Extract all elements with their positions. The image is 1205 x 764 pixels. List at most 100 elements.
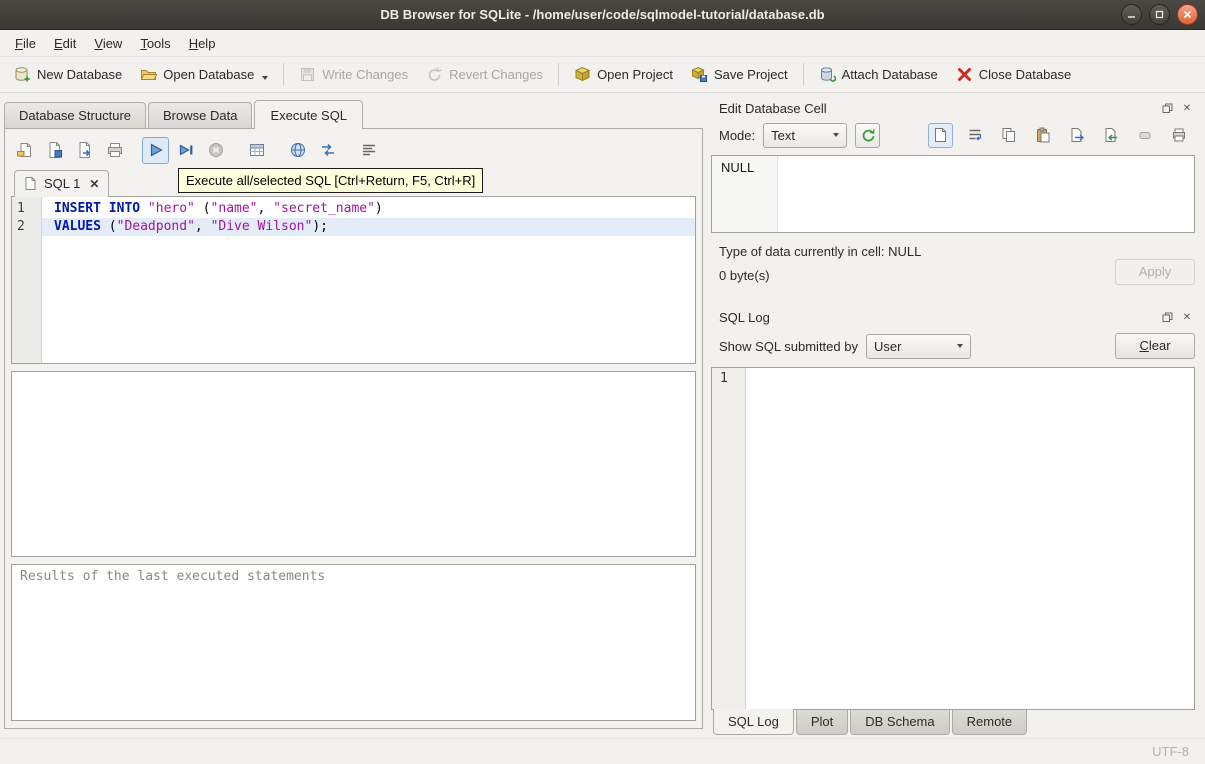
- clear-button[interactable]: Clear: [1115, 333, 1195, 359]
- save-project-icon: [691, 66, 708, 83]
- write-changes-icon: [299, 66, 316, 83]
- menu-edit[interactable]: Edit: [45, 32, 85, 55]
- close-panel-icon[interactable]: ✕: [1181, 312, 1193, 324]
- import-icon: [1103, 127, 1119, 143]
- tab-browse-data[interactable]: Browse Data: [148, 102, 252, 128]
- browse-button[interactable]: [284, 137, 311, 164]
- sql-editor[interactable]: 1 2 INSERT INTO "hero" ("name", "secret_…: [11, 196, 696, 364]
- export-data-button[interactable]: [1064, 123, 1089, 148]
- apply-button[interactable]: Apply: [1115, 259, 1195, 285]
- code-area: INSERT INTO "hero" ("name", "secret_name…: [42, 197, 695, 363]
- new-database-button[interactable]: New Database: [5, 60, 131, 89]
- dock-tab-bar: SQL Log Plot DB Schema Remote: [711, 710, 1195, 738]
- right-panel: Edit Database Cell ✕ Mode: Text: [706, 93, 1205, 738]
- export-results-button[interactable]: [243, 137, 270, 164]
- submitter-select[interactable]: User: [866, 334, 971, 359]
- execute-current-line-button[interactable]: [172, 137, 199, 164]
- execute-sql-button[interactable]: [142, 137, 169, 164]
- print-icon: [106, 141, 124, 159]
- print-sql-button[interactable]: [101, 137, 128, 164]
- export-icon: [1069, 127, 1085, 143]
- float-panel-icon[interactable]: [1161, 312, 1173, 324]
- write-changes-button[interactable]: Write Changes: [290, 60, 417, 89]
- word-wrap-button[interactable]: [962, 123, 987, 148]
- copy-button[interactable]: [996, 123, 1021, 148]
- open-database-button[interactable]: Open Database: [131, 60, 277, 89]
- chevron-down-icon: [833, 133, 839, 137]
- paste-icon: [1035, 127, 1051, 143]
- code-line-2-current: VALUES ("Deadpond", "Dive Wilson");: [42, 218, 695, 236]
- cell-info: Type of data currently in cell: NULL 0 b…: [719, 244, 1195, 300]
- maximize-button[interactable]: [1149, 4, 1170, 25]
- dock-tab-db-schema[interactable]: DB Schema: [850, 710, 949, 735]
- revert-changes-icon: [426, 66, 443, 83]
- cell-editor[interactable]: NULL: [711, 155, 1195, 233]
- set-null-button[interactable]: [1132, 123, 1157, 148]
- mode-select[interactable]: Text: [763, 123, 847, 148]
- menu-help[interactable]: Help: [180, 32, 225, 55]
- line-number: 1: [12, 200, 41, 218]
- mode-label: Mode:: [719, 128, 755, 143]
- cell-mode-row: Mode: Text: [711, 119, 1195, 151]
- toolbar-separator: [558, 63, 559, 86]
- attach-database-button[interactable]: Attach Database: [810, 60, 947, 89]
- find-replace-button[interactable]: [314, 137, 341, 164]
- cell-editor-area: [778, 156, 1194, 232]
- stop-execution-button[interactable]: [202, 137, 229, 164]
- app-window: DB Browser for SQLite - /home/user/code/…: [0, 0, 1205, 764]
- menu-file[interactable]: File: [6, 32, 45, 55]
- menu-view[interactable]: View: [85, 32, 131, 55]
- stop-icon: [207, 141, 225, 159]
- cell-size-info: 0 byte(s): [719, 268, 1115, 283]
- wrap-lines-icon: [967, 127, 983, 143]
- line-number: 2: [12, 218, 41, 236]
- dock-tab-plot[interactable]: Plot: [796, 710, 848, 735]
- print-icon: [1171, 127, 1187, 143]
- close-button[interactable]: [1177, 4, 1198, 25]
- format-sql-button[interactable]: [355, 137, 382, 164]
- dock-tab-sql-log[interactable]: SQL Log: [713, 709, 794, 735]
- sql-log-header: SQL Log ✕: [711, 302, 1195, 328]
- sql-file-icon: [24, 176, 37, 191]
- save-sql-file-as-button[interactable]: [71, 137, 98, 164]
- save-project-button[interactable]: Save Project: [682, 60, 797, 89]
- print-cell-button[interactable]: [1166, 123, 1191, 148]
- tab-database-structure[interactable]: Database Structure: [4, 102, 146, 128]
- minimize-button[interactable]: [1121, 4, 1142, 25]
- dock-tab-remote[interactable]: Remote: [952, 710, 1028, 735]
- filter-label: Show SQL submitted by: [719, 339, 858, 354]
- text-mode-button[interactable]: [928, 123, 953, 148]
- attach-database-icon: [819, 66, 836, 83]
- revert-changes-button[interactable]: Revert Changes: [417, 60, 552, 89]
- close-database-button[interactable]: Close Database: [947, 60, 1081, 89]
- code-line-1: INSERT INTO "hero" ("name", "secret_name…: [42, 200, 695, 218]
- sql-tab-label: SQL 1: [44, 176, 80, 191]
- paste-button[interactable]: [1030, 123, 1055, 148]
- open-database-dropdown-icon[interactable]: [262, 76, 268, 80]
- import-data-button[interactable]: [1098, 123, 1123, 148]
- sql-log-title: SQL Log: [719, 310, 1161, 325]
- line-number-gutter: 1 2: [12, 197, 42, 363]
- window-controls: [1121, 4, 1198, 25]
- main-toolbar: New Database Open Database Write Changes…: [0, 56, 1205, 93]
- sql-editor-tab[interactable]: SQL 1 ✕: [14, 170, 109, 197]
- open-project-button[interactable]: Open Project: [565, 60, 682, 89]
- open-project-icon: [574, 66, 591, 83]
- auto-switch-mode-button[interactable]: [855, 123, 880, 148]
- toolbar-separator: [803, 63, 804, 86]
- menubar: File Edit View Tools Help: [0, 30, 1205, 56]
- save-sql-file-button[interactable]: [41, 137, 68, 164]
- close-icon: [1183, 10, 1192, 19]
- toolbar-separator: [283, 63, 284, 86]
- log-line-number: 1: [712, 368, 746, 709]
- float-panel-icon[interactable]: [1161, 103, 1173, 115]
- menu-tools[interactable]: Tools: [131, 32, 179, 55]
- close-tab-icon[interactable]: ✕: [89, 177, 99, 191]
- open-sql-file-button[interactable]: [11, 137, 38, 164]
- maximize-icon: [1155, 10, 1164, 19]
- auto-refresh-icon: [860, 127, 876, 143]
- cell-type-info: Type of data currently in cell: NULL: [719, 244, 1115, 259]
- close-panel-icon[interactable]: ✕: [1181, 103, 1193, 115]
- encoding-label: UTF-8: [1152, 744, 1189, 759]
- tab-execute-sql[interactable]: Execute SQL: [254, 100, 363, 129]
